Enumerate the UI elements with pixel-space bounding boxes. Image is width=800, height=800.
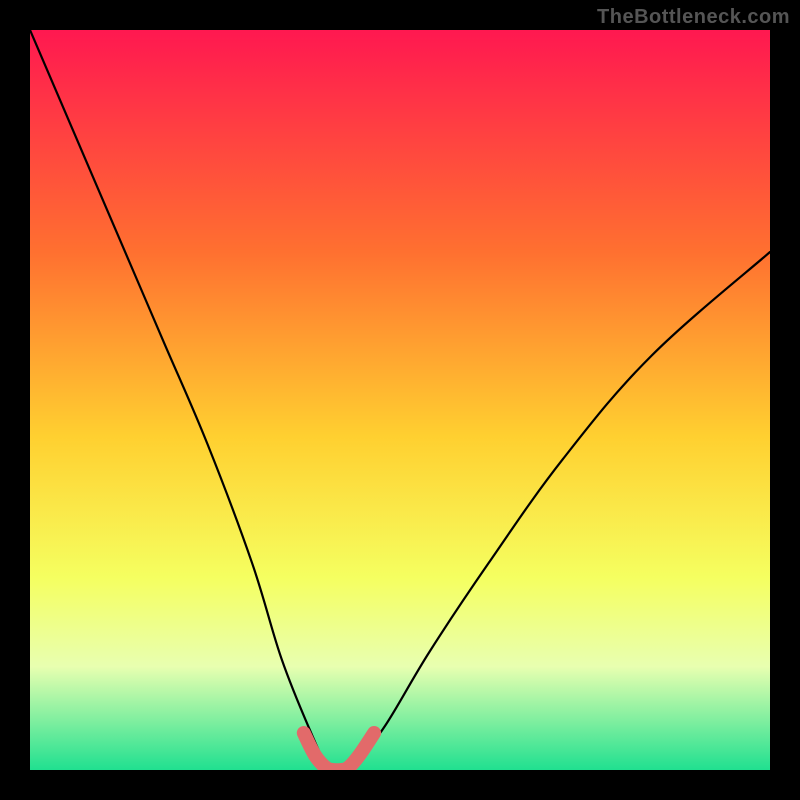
plot-background — [30, 30, 770, 770]
watermark-text: TheBottleneck.com — [597, 6, 790, 29]
chart-stage: TheBottleneck.com — [0, 0, 800, 800]
bottleneck-chart — [0, 0, 800, 800]
